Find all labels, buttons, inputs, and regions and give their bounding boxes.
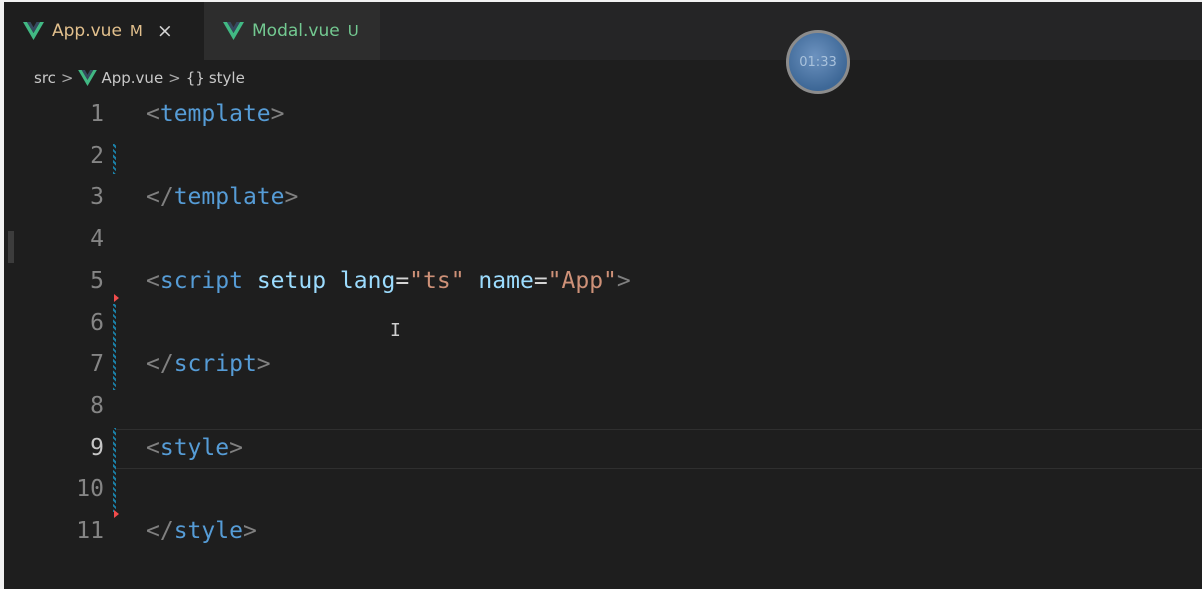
code-token: > — [229, 434, 243, 461]
line-number: 5 — [90, 267, 104, 294]
tab-label: App.vue — [52, 21, 122, 41]
code-token: lang — [339, 267, 396, 294]
code-token: </ — [146, 518, 174, 544]
code-line[interactable]: 1 <template> — [4, 94, 1202, 136]
code-token: = — [533, 267, 548, 294]
code-token: > — [242, 518, 257, 544]
vue-logo-icon — [23, 22, 44, 40]
line-number: 4 — [90, 226, 104, 253]
recording-timer: 01:33 — [786, 30, 850, 94]
line-number: 8 — [90, 392, 104, 419]
code-text: </script> — [146, 351, 271, 377]
tab-label: Modal.vue — [252, 21, 340, 41]
timer-text: 01:33 — [799, 54, 837, 70]
code-text: <script setup lang="ts" name="App"> — [146, 268, 631, 294]
code-line[interactable]: 2 — [4, 136, 1202, 178]
code-line[interactable]: 8 — [4, 386, 1202, 428]
breadcrumb-symbol[interactable]: style — [209, 69, 245, 87]
code-token: script — [173, 351, 257, 378]
code-token: < — [146, 434, 160, 461]
code-token: style — [159, 434, 230, 461]
code-token: style — [173, 518, 243, 544]
code-line[interactable]: 11 </style> — [4, 511, 1202, 553]
line-number: 3 — [90, 184, 104, 211]
code-token: </ — [146, 351, 174, 378]
chevron-right-icon: > — [168, 69, 181, 87]
code-token: < — [146, 267, 160, 294]
code-token: </ — [146, 184, 174, 211]
code-line[interactable]: 10 — [4, 469, 1202, 511]
breadcrumb-file[interactable]: App.vue — [101, 69, 163, 87]
code-token: name — [478, 267, 534, 294]
code-line[interactable]: 4 — [4, 219, 1202, 261]
code-line[interactable]: 6 — [4, 303, 1202, 345]
code-token: script — [159, 267, 243, 294]
code-line[interactable]: 3 </template> — [4, 177, 1202, 219]
tab-bar: App.vue M × Modal.vue U — [4, 2, 1202, 60]
tab-modal-vue[interactable]: Modal.vue U — [204, 2, 380, 60]
modified-badge: M — [129, 22, 143, 40]
text-cursor-icon: I — [390, 320, 401, 341]
line-number: 9 — [90, 434, 104, 461]
code-line[interactable]: 7 </script> — [4, 344, 1202, 386]
line-number: 2 — [90, 142, 104, 169]
code-editor[interactable]: 1 <template> 2 3 </template> 4 5 <script setup … — [4, 94, 1202, 589]
line-number: 11 — [76, 518, 104, 544]
line-number: 7 — [90, 351, 104, 378]
close-icon[interactable]: × — [157, 20, 173, 42]
symbol-braces-icon: {} — [185, 69, 205, 87]
chevron-right-icon: > — [60, 69, 74, 87]
code-token: < — [146, 101, 160, 127]
code-token: "ts" — [409, 267, 465, 294]
code-token: > — [256, 351, 271, 378]
breadcrumb-folder[interactable]: src — [34, 69, 56, 87]
line-number: 1 — [90, 101, 104, 127]
code-line[interactable]: 5 <script setup lang="ts" name="App"> — [4, 261, 1202, 303]
vue-logo-icon — [78, 70, 98, 86]
code-token: template — [173, 184, 285, 211]
code-token: template — [159, 101, 271, 127]
tab-app-vue[interactable]: App.vue M × — [4, 2, 204, 60]
code-line[interactable]: 9 <style> — [4, 428, 1202, 470]
code-token: setup — [256, 267, 327, 294]
code-token: = — [395, 267, 410, 294]
breadcrumb: src > App.vue > {} style — [34, 66, 245, 90]
code-text: </template> — [146, 184, 298, 210]
vue-logo-icon — [223, 22, 244, 40]
line-number: 10 — [76, 476, 104, 503]
code-token: > — [284, 184, 299, 211]
line-number: 6 — [90, 309, 104, 336]
code-token: > — [616, 267, 631, 294]
untracked-badge: U — [347, 22, 359, 40]
code-text: <style> — [146, 435, 243, 461]
code-text: </style> — [146, 518, 257, 544]
code-token: > — [270, 101, 285, 127]
code-token: "App" — [547, 267, 617, 294]
code-text: <template> — [146, 101, 285, 127]
